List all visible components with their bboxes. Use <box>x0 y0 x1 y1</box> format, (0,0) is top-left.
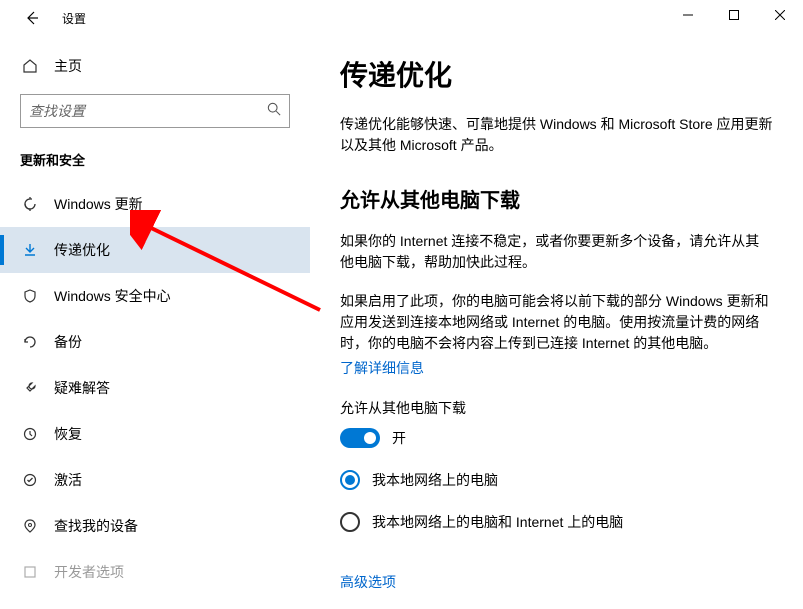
advanced-options-link[interactable]: 高级选项 <box>340 572 396 592</box>
sync-icon <box>20 196 40 212</box>
radio-button-icon <box>340 512 360 532</box>
search-box[interactable] <box>20 94 290 128</box>
maximize-button[interactable] <box>711 0 757 30</box>
home-nav-item[interactable]: 主页 <box>0 46 310 86</box>
intro-text: 传递优化能够快速、可靠地提供 Windows 和 Microsoft Store… <box>340 114 773 156</box>
troubleshoot-icon <box>20 380 40 396</box>
minimize-icon <box>683 10 693 20</box>
section-title: 允许从其他电脑下载 <box>340 184 773 213</box>
close-button[interactable] <box>757 0 803 30</box>
radio-local-and-internet[interactable]: 我本地网络上的电脑和 Internet 上的电脑 <box>340 512 773 532</box>
toggle-caption: 允许从其他电脑下载 <box>340 398 773 418</box>
shield-icon <box>20 288 40 304</box>
para2: 如果启用了此项，你的电脑可能会将以前下载的部分 Windows 更新和应用发送到… <box>340 291 773 354</box>
home-icon <box>20 58 40 74</box>
nav-item-recovery[interactable]: 恢复 <box>0 411 310 457</box>
nav-item-windows-update[interactable]: Windows 更新 <box>0 181 310 227</box>
para1: 如果你的 Internet 连接不稳定，或者你要更新多个设备，请允许从其他电脑下… <box>340 231 773 273</box>
content-area: 传递优化 传递优化能够快速、可靠地提供 Windows 和 Microsoft … <box>310 36 803 609</box>
maximize-icon <box>729 10 739 20</box>
nav-item-find-my-device[interactable]: 查找我的设备 <box>0 503 310 549</box>
nav-item-windows-security[interactable]: Windows 安全中心 <box>0 273 310 319</box>
window-title: 设置 <box>62 10 86 27</box>
toggle-state-label: 开 <box>392 428 406 448</box>
minimize-button[interactable] <box>665 0 711 30</box>
close-icon <box>775 10 785 20</box>
nav-label: 激活 <box>54 470 82 490</box>
learn-more-link[interactable]: 了解详细信息 <box>340 360 424 376</box>
radio-local-network[interactable]: 我本地网络上的电脑 <box>340 470 773 490</box>
category-header: 更新和安全 <box>0 142 310 181</box>
nav-label: 疑难解答 <box>54 378 110 398</box>
nav-item-delivery-optimization[interactable]: 传递优化 <box>0 227 310 273</box>
developer-icon <box>20 564 40 580</box>
backup-icon <box>20 334 40 350</box>
nav-label: 查找我的设备 <box>54 516 138 536</box>
page-title: 传递优化 <box>340 54 773 94</box>
nav-label: 备份 <box>54 332 82 352</box>
allow-downloads-toggle[interactable] <box>340 428 380 448</box>
back-arrow-icon <box>24 10 40 26</box>
home-label: 主页 <box>54 56 82 76</box>
radio-button-icon <box>340 470 360 490</box>
activation-icon <box>20 472 40 488</box>
back-button[interactable] <box>18 4 46 32</box>
radio-label: 我本地网络上的电脑和 Internet 上的电脑 <box>372 512 623 532</box>
sidebar: 主页 更新和安全 Windows 更新 传递优化 <box>0 36 310 609</box>
nav-item-backup[interactable]: 备份 <box>0 319 310 365</box>
nav-item-troubleshoot[interactable]: 疑难解答 <box>0 365 310 411</box>
delivery-icon <box>20 242 40 258</box>
find-device-icon <box>20 518 40 534</box>
nav-label: 开发者选项 <box>54 562 124 582</box>
nav-label: 传递优化 <box>54 240 110 260</box>
nav-label: Windows 安全中心 <box>54 286 171 306</box>
search-input[interactable] <box>29 103 267 119</box>
recovery-icon <box>20 426 40 442</box>
titlebar: 设置 <box>0 0 803 36</box>
radio-label: 我本地网络上的电脑 <box>372 470 498 490</box>
nav-label: 恢复 <box>54 424 82 444</box>
nav-label: Windows 更新 <box>54 194 143 214</box>
nav-item-developer[interactable]: 开发者选项 <box>0 549 310 595</box>
search-icon <box>267 102 281 121</box>
window-controls <box>665 0 803 30</box>
nav-item-activation[interactable]: 激活 <box>0 457 310 503</box>
